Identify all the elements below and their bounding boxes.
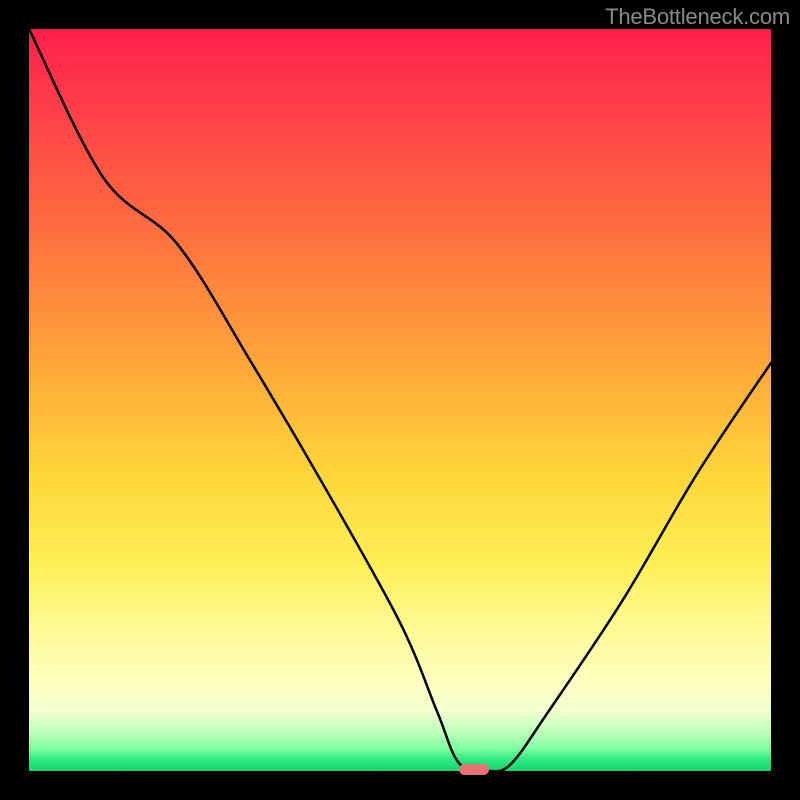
bottleneck-curve	[29, 29, 771, 771]
attribution-text: TheBottleneck.com	[605, 4, 790, 30]
chart-plot-area	[29, 29, 771, 771]
chart-frame: TheBottleneck.com	[0, 0, 800, 800]
optimal-marker	[459, 764, 489, 775]
